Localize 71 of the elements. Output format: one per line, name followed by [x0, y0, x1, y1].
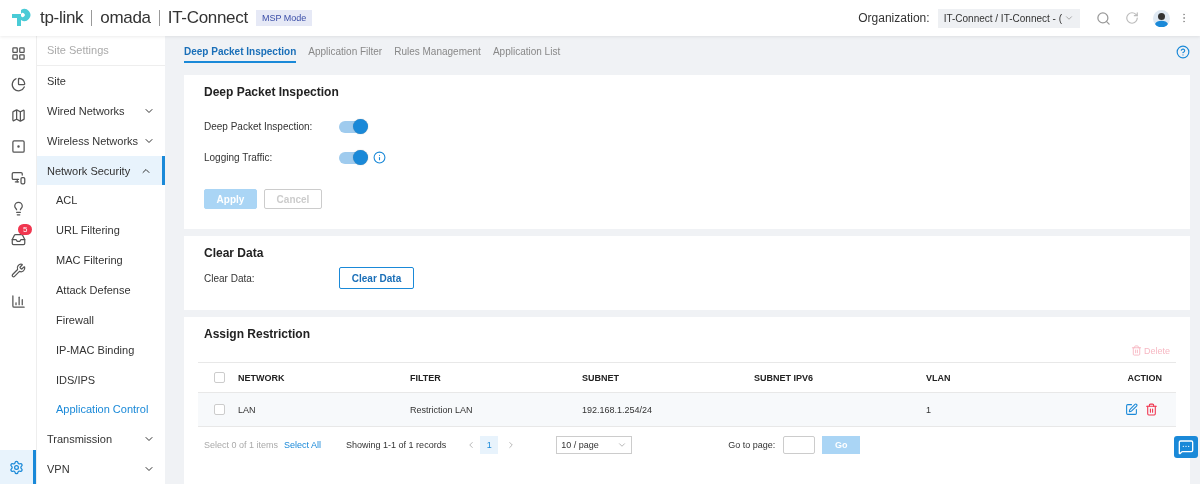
column-header: FILTER — [410, 372, 442, 383]
sidebar-subitem[interactable]: URL Filtering — [37, 215, 165, 246]
setting-label: Logging Traffic: — [204, 152, 274, 163]
sidebar-subitem[interactable]: IP-MAC Binding — [37, 334, 165, 365]
avatar-icon[interactable] — [1153, 9, 1170, 27]
sidebar-subitem[interactable]: Firewall — [37, 304, 165, 335]
count-badge: 5 — [18, 224, 33, 235]
site-name: IT-Connect — [167, 8, 248, 28]
records-count: Showing 1-1 of 1 records — [346, 439, 447, 450]
sidebar-subitem[interactable]: MAC Filtering — [37, 245, 165, 275]
map-icon[interactable] — [10, 107, 26, 123]
page-size-select[interactable]: 10 / page — [556, 435, 633, 454]
card-title: Assign Restriction — [204, 327, 312, 341]
card-title: Clear Data — [204, 246, 265, 260]
grid-icon[interactable] — [10, 45, 26, 61]
inbox-icon[interactable] — [10, 231, 26, 247]
sidebar-title: Site Settings — [37, 36, 165, 66]
bar-chart-icon[interactable] — [10, 293, 26, 309]
column-header: SUBNET — [582, 372, 620, 383]
clear-data-button[interactable]: Clear Data — [339, 267, 414, 289]
trash-icon — [1131, 345, 1142, 356]
checkbox[interactable] — [214, 404, 225, 415]
settings-icon[interactable] — [0, 450, 36, 484]
brand-name: tp-link — [40, 8, 84, 28]
sidebar-item[interactable]: VPN — [37, 454, 165, 484]
logo-icon — [10, 8, 32, 28]
square-icon[interactable] — [10, 138, 26, 154]
table-cell: 1 — [926, 404, 931, 415]
sidebar-item[interactable]: Wireless Networks — [37, 125, 165, 156]
refresh-icon[interactable] — [1125, 11, 1139, 25]
pie-chart-icon[interactable] — [10, 76, 26, 92]
table-cell: 192.168.1.254/24 — [582, 404, 653, 415]
selection-count: Select 0 of 1 items — [204, 439, 279, 450]
help-icon[interactable] — [1176, 45, 1190, 59]
delete-icon[interactable] — [1145, 403, 1158, 416]
info-icon[interactable] — [373, 151, 386, 164]
product-name: omada — [100, 8, 151, 28]
search-icon[interactable] — [1096, 10, 1111, 26]
checkbox[interactable] — [214, 372, 225, 383]
setting-label: Clear Data: — [204, 272, 256, 284]
setting-label: Deep Packet Inspection: — [204, 121, 314, 132]
column-header: VLAN — [926, 372, 952, 383]
column-header: SUBNET IPV6 — [754, 372, 814, 383]
card-title: Deep Packet Inspection — [204, 85, 340, 99]
sidebar-subitem[interactable]: Attack Defense — [37, 275, 165, 305]
sidebar-item[interactable]: Network Security — [37, 155, 165, 186]
column-header: NETWORK — [238, 372, 286, 383]
toggle-switch[interactable] — [339, 120, 367, 133]
sidebar-item[interactable]: Transmission — [37, 424, 165, 455]
sidebar-subitem[interactable]: IDS/IPS — [37, 364, 165, 395]
page-number[interactable]: 1 — [480, 435, 499, 454]
table-cell: Restriction LAN — [410, 404, 473, 415]
column-header: ACTION — [1126, 372, 1163, 383]
organization-select[interactable]: IT-Connect / IT-Connect - ( — [937, 8, 1080, 28]
chevron-down-icon — [1064, 13, 1074, 23]
wrench-icon[interactable] — [10, 262, 26, 278]
devices-icon[interactable] — [10, 169, 26, 185]
page-input[interactable] — [783, 435, 816, 454]
sidebar-subitem[interactable]: Application Control — [37, 394, 165, 425]
select-all-link[interactable]: Select All — [284, 439, 322, 450]
chat-icon[interactable] — [1174, 436, 1198, 458]
table-cell: LAN — [238, 404, 256, 415]
sidebar-subitem[interactable]: ACL — [37, 185, 165, 216]
mode-badge: MSP Mode — [255, 10, 313, 26]
organization-label: Organization: — [858, 11, 930, 25]
sidebar-item[interactable]: Site — [37, 66, 165, 96]
tab[interactable]: Deep Packet Inspection — [184, 41, 297, 63]
toggle-switch[interactable] — [339, 151, 367, 164]
edit-icon[interactable] — [1125, 403, 1138, 416]
go-to-page-label: Go to page: — [728, 439, 776, 450]
sidebar-item[interactable]: Wired Networks — [37, 95, 165, 126]
